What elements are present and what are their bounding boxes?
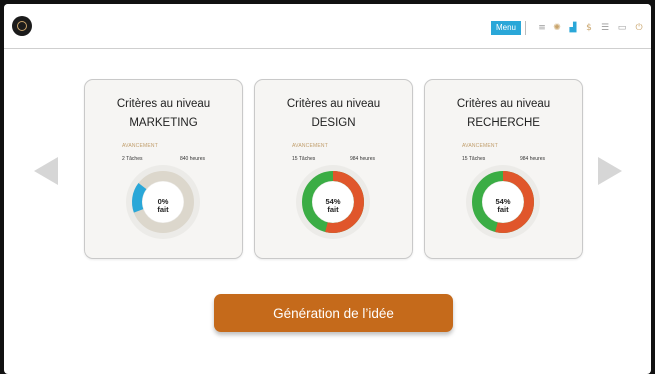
task-count: 15 Tâches [462, 156, 486, 162]
task-count: 2 Tâches [122, 156, 143, 162]
toolbar-divider [525, 21, 526, 35]
card-title: Critères au niveau RECHERCHE [425, 95, 582, 133]
percent-done: 54% fait [299, 198, 367, 213]
card-title-line2: MARKETING [129, 117, 198, 129]
hour-count: 984 heures [349, 156, 375, 162]
battery-icon[interactable]: ▭ [615, 21, 629, 35]
progress-label: AVANCEMENT [292, 143, 328, 149]
card-title-line1: Critères au niveau [456, 98, 551, 110]
card-title-line2: RECHERCHE [467, 117, 540, 129]
top-toolbar: Menu ≡ ✺ ▟ $ ☰ ▭ ⏻ [4, 4, 651, 49]
align-icon[interactable]: ☰ [598, 21, 612, 35]
card-title-line2: DESIGN [311, 117, 356, 129]
bar-chart-icon[interactable]: ▟ [566, 21, 580, 35]
percent-suffix: fait [497, 204, 509, 214]
next-arrow-icon[interactable] [598, 157, 622, 185]
percent-done: 54% fait [469, 198, 537, 213]
sun-icon[interactable]: ✺ [550, 21, 564, 35]
menu-button[interactable]: Menu [491, 21, 521, 35]
hour-count: 840 heures [179, 156, 205, 162]
logo-icon[interactable] [12, 16, 32, 36]
card-title-line1: Critères au niveau [116, 98, 211, 110]
criteria-card-recherche[interactable]: Critères au niveau RECHERCHE AVANCEMENT … [424, 79, 583, 259]
power-icon[interactable]: ⏻ [632, 21, 646, 35]
generate-idea-button[interactable]: Génération de l’idée [214, 294, 453, 332]
percent-done: 0% fait [129, 198, 197, 213]
task-count: 15 Tâches [292, 156, 316, 162]
card-title: Critères au niveau MARKETING [85, 95, 242, 133]
hour-count: 984 heures [519, 156, 545, 162]
percent-suffix: fait [327, 204, 339, 214]
dollar-icon[interactable]: $ [582, 21, 596, 35]
progress-label: AVANCEMENT [122, 143, 158, 149]
percent-suffix: fait [157, 204, 169, 214]
app-frame: Menu ≡ ✺ ▟ $ ☰ ▭ ⏻ Critères au niveau MA… [4, 4, 651, 374]
criteria-card-design[interactable]: Critères au niveau DESIGN AVANCEMENT 15 … [254, 79, 413, 259]
progress-label: AVANCEMENT [462, 143, 498, 149]
list-icon[interactable]: ≡ [535, 21, 549, 35]
previous-arrow-icon[interactable] [34, 157, 58, 185]
criteria-card-marketing[interactable]: Critères au niveau MARKETING AVANCEMENT … [84, 79, 243, 259]
card-title-line1: Critères au niveau [286, 98, 381, 110]
card-title: Critères au niveau DESIGN [255, 95, 412, 133]
